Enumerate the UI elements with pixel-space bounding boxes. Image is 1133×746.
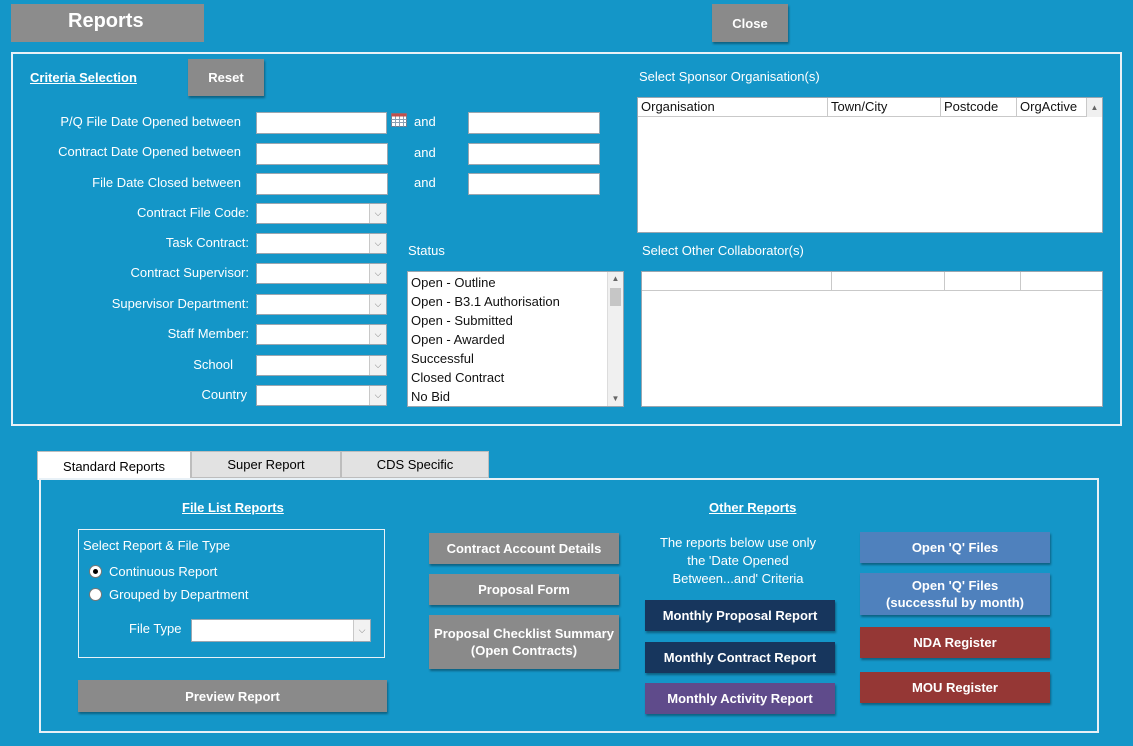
column-header bbox=[1021, 272, 1102, 291]
contract-date-from-input[interactable] bbox=[256, 143, 388, 165]
note-line: The reports below use only bbox=[659, 535, 817, 550]
supervisor-department-label: Supervisor Department: bbox=[111, 296, 249, 311]
task-contract-combo[interactable]: ⌵ bbox=[256, 233, 387, 254]
and-label: and bbox=[414, 114, 436, 129]
sponsor-listbox[interactable]: Organisation Town/City Postcode OrgActiv… bbox=[637, 97, 1103, 233]
mou-register-button[interactable]: MOU Register bbox=[860, 672, 1050, 703]
staff-member-label: Staff Member: bbox=[167, 326, 249, 341]
scrollbar-thumb[interactable] bbox=[610, 288, 621, 306]
pq-date-to-input[interactable] bbox=[468, 112, 600, 134]
chevron-down-icon[interactable]: ⌵ bbox=[369, 234, 386, 253]
list-item[interactable]: Open - Awarded bbox=[411, 332, 505, 347]
pq-date-label: P/Q File Date Opened between bbox=[60, 114, 241, 129]
and-label: and bbox=[414, 145, 436, 160]
country-label: Country bbox=[201, 387, 247, 402]
report-type-group-label: Select Report & File Type bbox=[83, 538, 231, 553]
contract-account-details-button[interactable]: Contract Account Details bbox=[429, 533, 619, 564]
proposal-form-button[interactable]: Proposal Form bbox=[429, 574, 619, 605]
chevron-down-icon[interactable]: ⌵ bbox=[369, 356, 386, 375]
chevron-down-icon[interactable]: ⌵ bbox=[369, 386, 386, 405]
list-item[interactable]: No Bid bbox=[411, 389, 450, 404]
contract-file-code-label: Contract File Code: bbox=[137, 205, 249, 220]
note-line: Between...and' Criteria bbox=[672, 571, 804, 586]
chevron-up-icon[interactable]: ▲ bbox=[1087, 98, 1102, 117]
list-item[interactable]: Open - B3.1 Authorisation bbox=[411, 294, 560, 309]
file-type-label: File Type bbox=[129, 621, 182, 636]
status-listbox[interactable]: Open - Outline Open - B3.1 Authorisation… bbox=[407, 271, 624, 407]
staff-member-combo[interactable]: ⌵ bbox=[256, 324, 387, 345]
monthly-proposal-report-button[interactable]: Monthly Proposal Report bbox=[645, 600, 835, 631]
chevron-down-icon[interactable]: ⌵ bbox=[369, 325, 386, 344]
chevron-up-icon[interactable]: ▲ bbox=[608, 272, 623, 286]
criteria-selection-title: Criteria Selection bbox=[30, 70, 137, 85]
closed-date-to-input[interactable] bbox=[468, 173, 600, 195]
calendar-icon[interactable] bbox=[391, 112, 407, 128]
contract-supervisor-combo[interactable]: ⌵ bbox=[256, 263, 387, 284]
open-q-success-line2: (successful by month) bbox=[886, 595, 1024, 610]
other-reports-note: The reports below use only the 'Date Ope… bbox=[636, 534, 840, 588]
other-reports-title: Other Reports bbox=[709, 500, 797, 515]
file-list-reports-title: File List Reports bbox=[182, 500, 284, 515]
sponsor-label: Select Sponsor Organisation(s) bbox=[639, 69, 820, 84]
school-label: School bbox=[193, 357, 233, 372]
tab-standard-reports[interactable]: Standard Reports bbox=[37, 451, 191, 480]
list-item[interactable]: Closed Contract bbox=[411, 370, 504, 385]
list-item[interactable]: Open - Submitted bbox=[411, 313, 513, 328]
list-item[interactable]: Open - Outline bbox=[411, 275, 496, 290]
contract-file-code-combo[interactable]: ⌵ bbox=[256, 203, 387, 224]
status-label: Status bbox=[408, 243, 445, 258]
chevron-down-icon[interactable]: ▼ bbox=[608, 392, 623, 406]
tab-cds-specific[interactable]: CDS Specific bbox=[341, 451, 489, 478]
reset-button[interactable]: Reset bbox=[188, 59, 264, 96]
open-q-success-line1: Open 'Q' Files bbox=[911, 578, 999, 593]
column-header-postcode[interactable]: Postcode bbox=[941, 98, 1017, 117]
column-header bbox=[832, 272, 945, 291]
grouped-by-department-radio[interactable] bbox=[89, 588, 102, 601]
school-combo[interactable]: ⌵ bbox=[256, 355, 387, 376]
nda-register-button[interactable]: NDA Register bbox=[860, 627, 1050, 658]
column-header bbox=[945, 272, 1021, 291]
note-line: the 'Date Opened bbox=[687, 553, 789, 568]
window-title: Reports bbox=[11, 4, 204, 42]
close-button[interactable]: Close bbox=[712, 4, 788, 42]
pq-date-from-input[interactable] bbox=[256, 112, 387, 134]
and-label: and bbox=[414, 175, 436, 190]
column-header-town-city[interactable]: Town/City bbox=[828, 98, 941, 117]
supervisor-department-combo[interactable]: ⌵ bbox=[256, 294, 387, 315]
contract-supervisor-label: Contract Supervisor: bbox=[130, 265, 250, 280]
open-q-files-successful-button[interactable]: Open 'Q' Files (successful by month) bbox=[860, 573, 1050, 615]
column-header-organisation[interactable]: Organisation bbox=[638, 98, 828, 117]
country-combo[interactable]: ⌵ bbox=[256, 385, 387, 406]
closed-date-from-input[interactable] bbox=[256, 173, 388, 195]
contract-date-label: Contract Date Opened between bbox=[58, 144, 241, 159]
column-header bbox=[642, 272, 832, 291]
monthly-activity-report-button[interactable]: Monthly Activity Report bbox=[645, 683, 835, 714]
task-contract-label: Task Contract: bbox=[165, 235, 249, 250]
monthly-contract-report-button[interactable]: Monthly Contract Report bbox=[645, 642, 835, 673]
chevron-down-icon[interactable]: ⌵ bbox=[369, 264, 386, 283]
chevron-down-icon[interactable]: ⌵ bbox=[353, 620, 370, 641]
tab-super-report[interactable]: Super Report bbox=[191, 451, 341, 478]
list-item[interactable]: Successful bbox=[411, 351, 474, 366]
collaborator-listbox[interactable] bbox=[641, 271, 1103, 407]
continuous-report-radio[interactable] bbox=[89, 565, 102, 578]
contract-date-to-input[interactable] bbox=[468, 143, 600, 165]
chevron-down-icon[interactable]: ⌵ bbox=[369, 204, 386, 223]
continuous-report-label[interactable]: Continuous Report bbox=[109, 564, 217, 579]
column-header-orgactive[interactable]: OrgActive bbox=[1017, 98, 1087, 117]
collaborator-label: Select Other Collaborator(s) bbox=[642, 243, 804, 258]
file-type-combo[interactable]: ⌵ bbox=[191, 619, 371, 642]
open-q-files-button[interactable]: Open 'Q' Files bbox=[860, 532, 1050, 563]
proposal-checklist-summary-button[interactable]: Proposal Checklist Summary (Open Contrac… bbox=[429, 615, 619, 669]
closed-date-label: File Date Closed between bbox=[92, 175, 241, 190]
grouped-by-department-label[interactable]: Grouped by Department bbox=[109, 587, 248, 602]
proposal-checklist-line2: (Open Contracts) bbox=[470, 643, 578, 658]
preview-report-button[interactable]: Preview Report bbox=[78, 680, 387, 712]
status-scrollbar[interactable]: ▲ ▼ bbox=[607, 272, 623, 406]
chevron-down-icon[interactable]: ⌵ bbox=[369, 295, 386, 314]
proposal-checklist-line1: Proposal Checklist Summary bbox=[434, 626, 614, 641]
